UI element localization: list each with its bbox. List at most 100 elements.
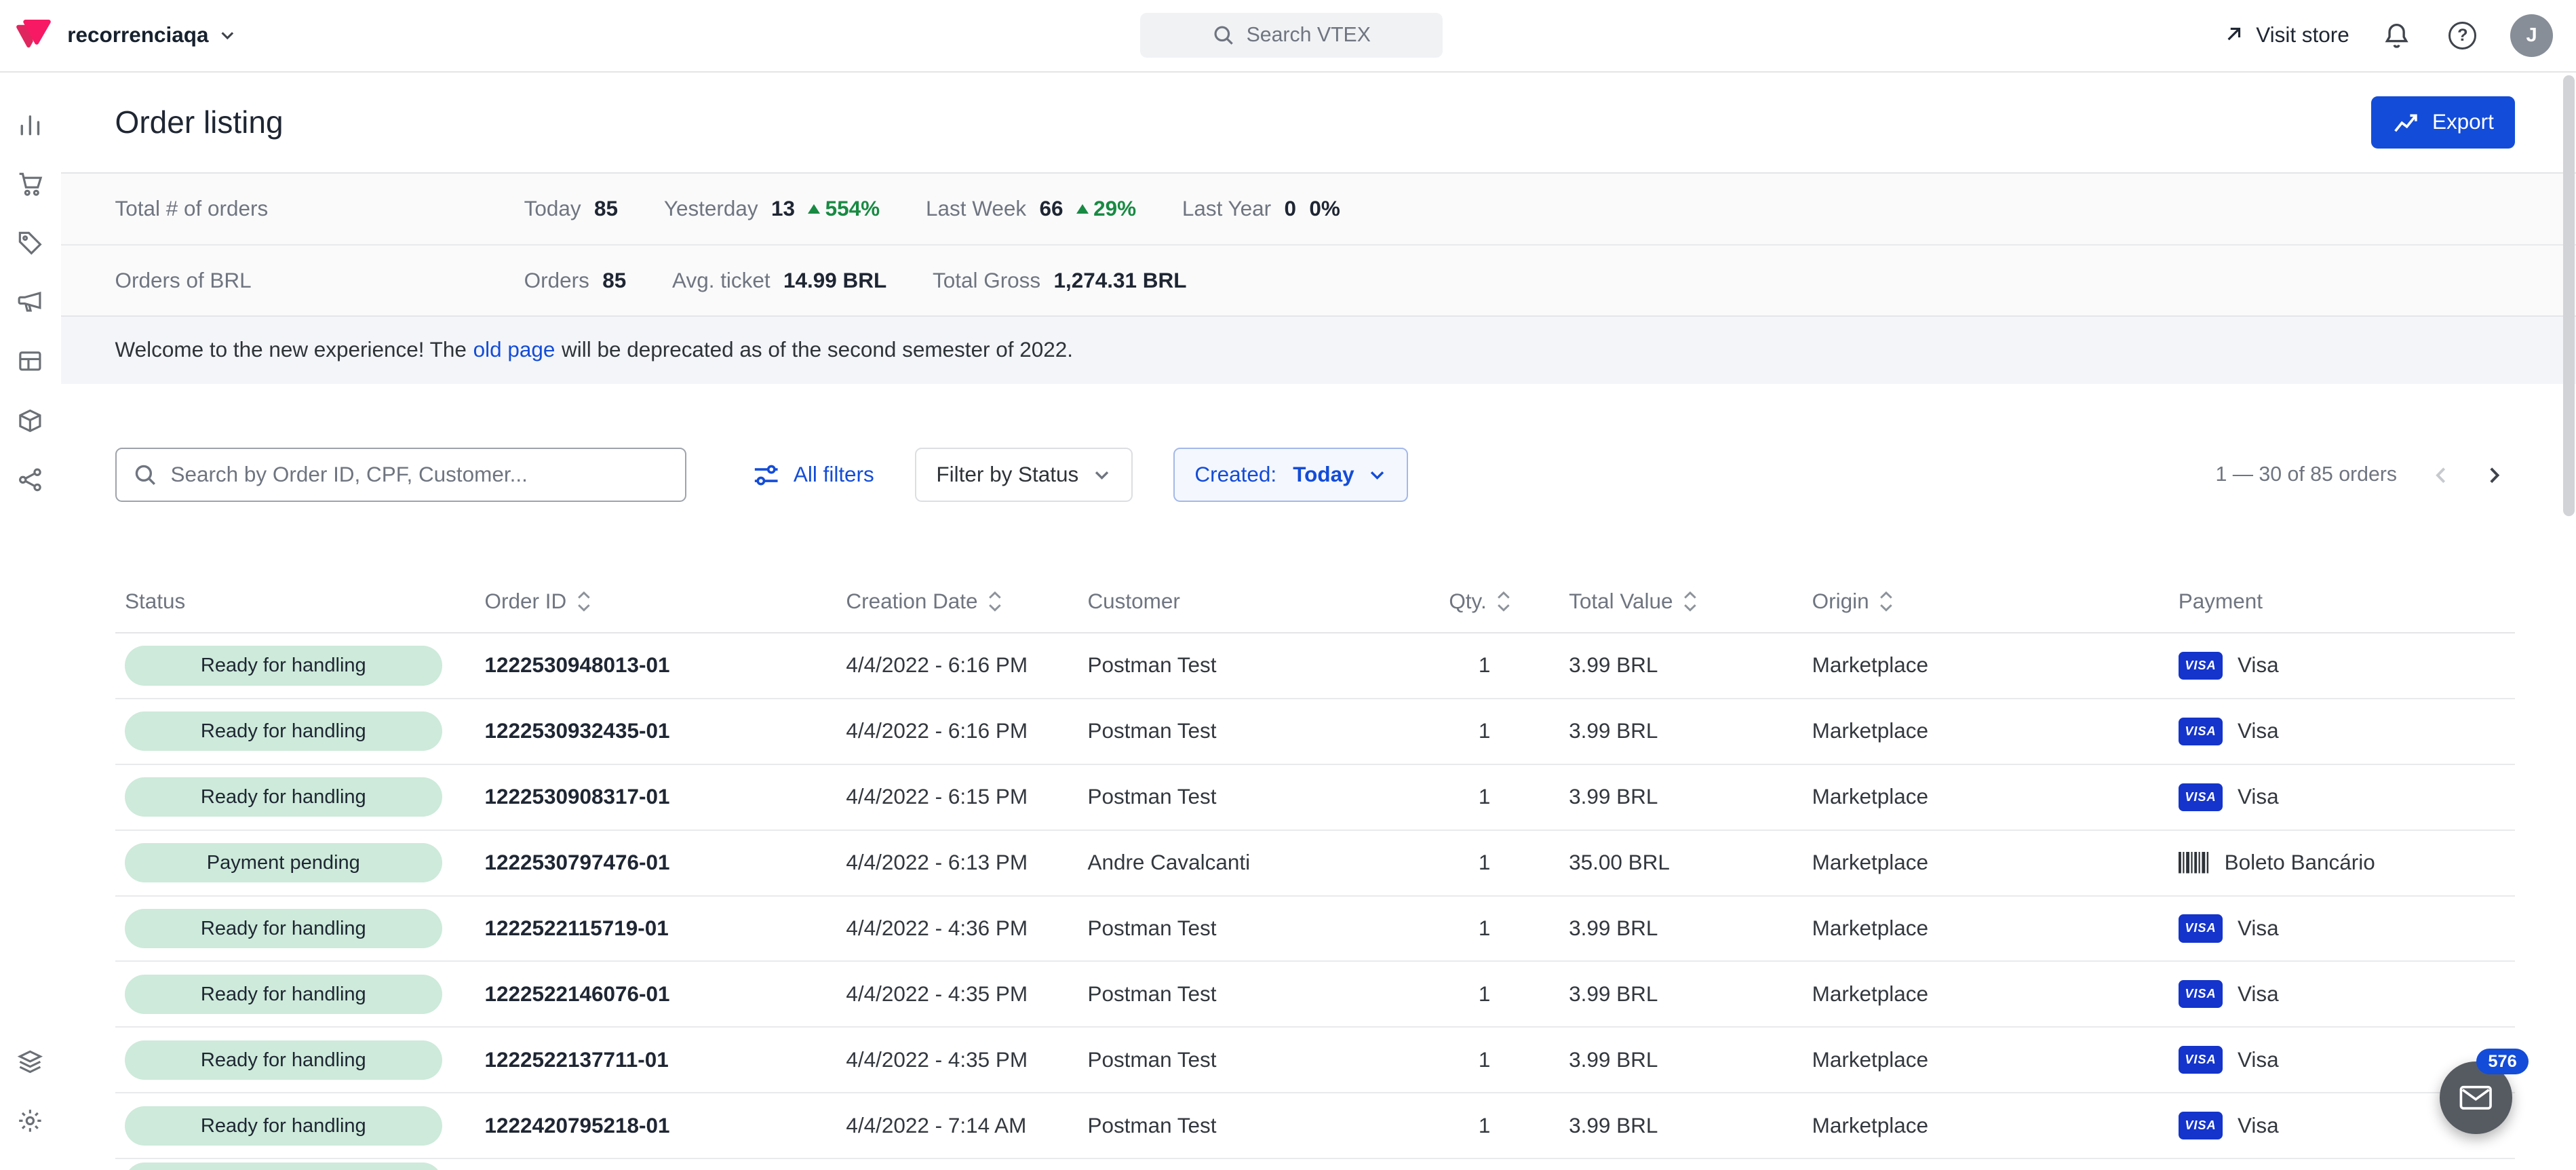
global-search-input[interactable]: Search VTEX (1140, 13, 1443, 57)
pagination-label: 1 — 30 of 85 orders (2216, 463, 2398, 486)
status-badge: Ready for handling (125, 1106, 442, 1146)
visit-store-button[interactable]: Visit store (2221, 23, 2349, 47)
column-header[interactable]: Qty. (1439, 589, 1559, 614)
total-value-cell: 3.99 BRL (1559, 1048, 1802, 1072)
chevron-right-icon (2483, 465, 2504, 486)
order-search-input[interactable] (170, 463, 669, 487)
order-id-cell: 1222530908317-01 (475, 785, 836, 809)
export-button[interactable]: Export (2371, 96, 2515, 149)
status-filter-dropdown[interactable]: Filter by Status (915, 448, 1132, 502)
total-value-cell: 35.00 BRL (1559, 851, 1802, 875)
stat-item: Last Year00% (1182, 197, 1340, 221)
column-header[interactable]: Creation Date (836, 589, 1078, 614)
total-value-cell: 3.99 BRL (1559, 982, 1802, 1007)
notifications-button[interactable] (2379, 18, 2415, 54)
table-row[interactable]: Payment pending1222530797476-014/4/2022 … (115, 831, 2516, 897)
scrollbar-thumb[interactable] (2563, 75, 2575, 515)
all-filters-button[interactable]: All filters (752, 461, 874, 489)
visa-icon: VISA (2179, 1046, 2223, 1074)
package-icon[interactable] (3, 391, 58, 450)
sort-icon (1496, 591, 1511, 612)
column-header: Customer (1078, 589, 1439, 614)
tag-icon[interactable] (3, 214, 58, 273)
table-row[interactable]: Ready for handling1222420795218-014/4/20… (115, 1093, 2516, 1159)
payment-cell: VISAVisa (2168, 783, 2515, 811)
status-badge (125, 1163, 442, 1170)
total-value-cell: 3.99 BRL (1559, 1114, 1802, 1138)
column-header[interactable]: Origin (1802, 589, 2168, 614)
brl-stats-items: Orders85Avg. ticket14.99 BRLTotal Gross1… (524, 269, 1187, 293)
support-chat-button[interactable]: 576 (2440, 1061, 2512, 1134)
order-id-cell: 1222530932435-01 (475, 719, 836, 743)
table-row[interactable]: Ready for handling1222530932435-014/4/20… (115, 699, 2516, 765)
chevron-left-icon (2431, 465, 2452, 486)
gear-icon[interactable] (3, 1091, 58, 1150)
qty-cell: 1 (1439, 719, 1559, 743)
sliders-icon (752, 461, 780, 489)
qty-cell: 1 (1439, 1114, 1559, 1138)
chevron-down-icon (1092, 465, 1112, 485)
table-row[interactable]: Ready for handling1222522137711-014/4/20… (115, 1028, 2516, 1093)
help-button[interactable]: ? (2444, 18, 2480, 54)
total-value-cell: 3.99 BRL (1559, 785, 1802, 809)
deprecation-banner: Welcome to the new experience! The old p… (61, 317, 2576, 384)
old-page-link[interactable]: old page (473, 338, 555, 362)
customer-cell: Postman Test (1078, 719, 1439, 743)
cart-icon[interactable] (3, 155, 58, 214)
qty-cell: 1 (1439, 785, 1559, 809)
origin-cell: Marketplace (1802, 1048, 2168, 1072)
order-search-box[interactable] (115, 448, 687, 502)
order-id-cell: 1222522115719-01 (475, 916, 836, 941)
creation-date-cell: 4/4/2022 - 4:35 PM (836, 982, 1078, 1007)
next-page-button[interactable] (2472, 454, 2515, 496)
origin-cell: Marketplace (1802, 653, 2168, 678)
payment-cell: VISAVisa (2168, 980, 2515, 1008)
customer-cell: Postman Test (1078, 1048, 1439, 1072)
customer-cell: Postman Test (1078, 1114, 1439, 1138)
share-icon[interactable] (3, 450, 58, 509)
stat-item: Avg. ticket14.99 BRL (672, 269, 886, 293)
sort-icon (1683, 591, 1698, 612)
sort-icon (577, 591, 591, 612)
creation-date-cell: 4/4/2022 - 4:35 PM (836, 1048, 1078, 1072)
order-id-cell: 1222522146076-01 (475, 982, 836, 1007)
account-switcher[interactable]: recorrenciaqa (67, 23, 236, 47)
stat-item: Total Gross1,274.31 BRL (933, 269, 1186, 293)
table-row[interactable]: Ready for handling1222530948013-014/4/20… (115, 633, 2516, 699)
external-link-icon (2221, 24, 2244, 47)
origin-cell: Marketplace (1802, 851, 2168, 875)
created-filter-dropdown[interactable]: Created: Today (1173, 448, 1408, 502)
barcode-icon (2179, 852, 2210, 873)
status-badge: Payment pending (125, 843, 442, 882)
total-value-cell: 3.99 BRL (1559, 916, 1802, 941)
column-header[interactable]: Total Value (1559, 589, 1802, 614)
sidebar (0, 73, 61, 1170)
layers-icon[interactable] (3, 1032, 58, 1091)
table-row[interactable]: Ready for handling1222522146076-014/4/20… (115, 962, 2516, 1028)
customer-cell: Andre Cavalcanti (1078, 851, 1439, 875)
prev-page-button[interactable] (2420, 454, 2463, 496)
visa-icon: VISA (2179, 652, 2223, 680)
orders-table: StatusOrder IDCreation DateCustomerQty.T… (115, 571, 2516, 1170)
order-id-cell: 1222530948013-01 (475, 653, 836, 678)
table-row[interactable]: Ready for handling1222530908317-014/4/20… (115, 765, 2516, 831)
customer-cell: Postman Test (1078, 785, 1439, 809)
stat-item: Last Week6629% (926, 197, 1136, 221)
bar-chart-icon[interactable] (3, 95, 58, 154)
megaphone-icon[interactable] (3, 273, 58, 332)
table-icon[interactable] (3, 332, 58, 391)
customer-cell: Postman Test (1078, 653, 1439, 678)
chat-badge: 576 (2476, 1049, 2528, 1075)
origin-cell: Marketplace (1802, 719, 2168, 743)
main-content: Order listing Export Total # of orders T… (61, 73, 2576, 1170)
avatar[interactable]: J (2510, 14, 2553, 57)
payment-cell: VISAVisa (2168, 914, 2515, 942)
order-id-cell: 1222522137711-01 (475, 1048, 836, 1072)
column-header[interactable]: Order ID (475, 589, 836, 614)
creation-date-cell: 4/4/2022 - 7:14 AM (836, 1114, 1078, 1138)
scrollbar[interactable] (2563, 75, 2575, 1167)
status-badge: Ready for handling (125, 711, 442, 751)
table-row[interactable]: Ready for handling1222522115719-014/4/20… (115, 897, 2516, 962)
origin-cell: Marketplace (1802, 982, 2168, 1007)
topbar: recorrenciaqa Search VTEX Visit store ? (0, 0, 2576, 73)
